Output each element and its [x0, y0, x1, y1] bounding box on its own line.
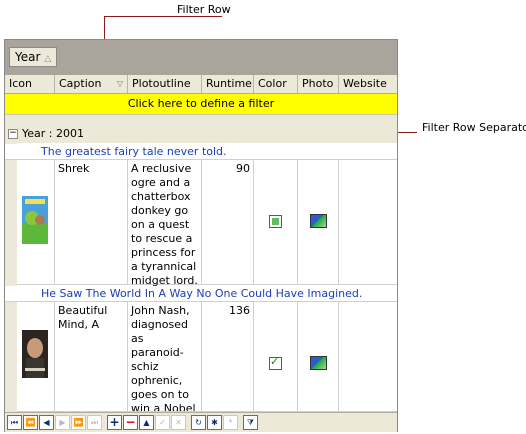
- nav-refresh-button[interactable]: ↻: [191, 415, 206, 430]
- nav-next-page-button[interactable]: ⏩: [71, 415, 86, 430]
- group-row-year[interactable]: − Year : 2001: [5, 125, 397, 143]
- nav-goto-bookmark-button[interactable]: *: [223, 415, 238, 430]
- nav-bookmark-button[interactable]: ✱: [207, 415, 222, 430]
- group-indent: [5, 143, 17, 285]
- column-header-color[interactable]: Color: [254, 75, 298, 93]
- filter-row-separator-callout: Filter Row Separator: [422, 121, 526, 134]
- cell-runtime[interactable]: 90: [202, 160, 254, 285]
- nav-delete-button[interactable]: −: [123, 415, 138, 430]
- photo-icon[interactable]: [310, 214, 327, 228]
- nav-first-button[interactable]: ⏮: [7, 415, 22, 430]
- collapse-icon[interactable]: −: [8, 129, 18, 139]
- cell-plotoutline[interactable]: A reclusive ogre and a chatterbox donkey…: [128, 160, 202, 287]
- group-chip-label: Year: [15, 50, 41, 64]
- column-header-runtime[interactable]: Runtime: [202, 75, 254, 93]
- cell-color[interactable]: ✓: [254, 302, 298, 412]
- column-header-row: Icon Caption ▽ Plotoutline Runtime Color …: [5, 75, 397, 94]
- column-header-caption[interactable]: Caption ▽: [55, 75, 128, 93]
- beautiful-mind-poster-icon: [22, 330, 48, 378]
- group-row-label: Year : 2001: [22, 127, 84, 140]
- column-header-plotoutline[interactable]: Plotoutline: [128, 75, 202, 93]
- column-header-photo[interactable]: Photo: [298, 75, 339, 93]
- data-grid: Year △ Icon Caption ▽ Plotoutline Runtime …: [4, 39, 398, 432]
- photo-icon[interactable]: [310, 356, 327, 370]
- cell-photo[interactable]: [298, 160, 339, 285]
- group-by-year-chip[interactable]: Year △: [9, 47, 58, 67]
- filter-row-callout: Filter Row: [177, 3, 231, 16]
- cell-icon[interactable]: [17, 160, 55, 285]
- sort-ascending-icon: △: [44, 54, 52, 64]
- nav-prev-button[interactable]: ◀: [39, 415, 54, 430]
- record-preview-tagline: He Saw The World In A Way No One Could H…: [5, 286, 397, 302]
- nav-prev-page-button[interactable]: ⏪: [23, 415, 38, 430]
- nav-post-button[interactable]: ✓: [155, 415, 170, 430]
- cell-color[interactable]: [254, 160, 298, 285]
- color-checkbox-checked[interactable]: ✓: [269, 355, 282, 370]
- cell-plotoutline[interactable]: John Nash, diagnosed as paranoid-schiz o…: [128, 302, 202, 412]
- color-checkbox-indeterminate[interactable]: [269, 215, 282, 228]
- filter-row-callout-line-h: [104, 16, 222, 17]
- nav-insert-button[interactable]: +: [107, 415, 122, 430]
- record-navigator: ⏮ ⏪ ◀ ▶ ⏩ ⏭ + − ▲ ✓ ✕ ↻ ✱ * ⧩: [5, 412, 397, 432]
- cell-caption[interactable]: Shrek: [55, 160, 128, 285]
- nav-next-button[interactable]: ▶: [55, 415, 70, 430]
- nav-filter-button[interactable]: ⧩: [243, 415, 258, 430]
- column-header-icon[interactable]: Icon: [5, 75, 55, 93]
- nav-cancel-button[interactable]: ✕: [171, 415, 186, 430]
- cell-website[interactable]: [339, 160, 397, 285]
- cell-icon[interactable]: [17, 302, 55, 412]
- group-by-panel: Year △: [5, 40, 397, 75]
- filter-dropdown-icon[interactable]: ▽: [117, 75, 123, 93]
- group-indent: [5, 285, 17, 412]
- cell-caption[interactable]: Beautiful Mind, A: [55, 302, 128, 412]
- record-preview-tagline: The greatest fairy tale never told.: [5, 144, 397, 160]
- checkmark-icon: ✓: [270, 355, 280, 368]
- cell-photo[interactable]: [298, 302, 339, 412]
- shrek-poster-icon: [22, 196, 48, 244]
- nav-edit-button[interactable]: ▲: [139, 415, 154, 430]
- cell-runtime[interactable]: 136: [202, 302, 254, 412]
- column-header-website[interactable]: Website: [339, 75, 397, 93]
- cell-website[interactable]: [339, 302, 397, 412]
- nav-last-button[interactable]: ⏭: [87, 415, 102, 430]
- filter-row[interactable]: Click here to define a filter: [5, 94, 397, 114]
